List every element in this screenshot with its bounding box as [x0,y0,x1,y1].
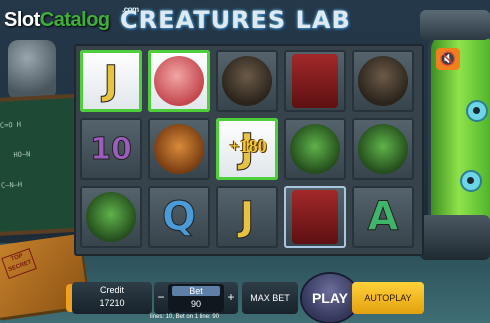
reel-cell: 10 [80,118,142,180]
credit-label: Credit [99,285,124,295]
game-title: CREATURES LAB [120,6,351,34]
bet-label: Bet [172,286,220,296]
letter-Q-symbol: Q [161,194,196,241]
safe-symbol [292,54,338,108]
logo-text-main: Slot [4,9,40,31]
reel-cell [80,186,142,248]
bet-display: Bet 90 [168,284,224,312]
play-button[interactable]: PLAY [302,274,358,322]
letter-10-symbol: 10 [90,131,133,167]
frog-symbol [358,124,408,174]
alien-creature [460,170,482,192]
reel-cell [216,50,278,112]
tank-base [420,215,490,260]
letter-J-symbol: J [103,58,119,105]
reel-cell: A [352,186,414,248]
reel-cell [284,50,346,112]
bet-plus-button[interactable]: + [225,290,237,304]
lab-lamp [8,40,56,100]
reel-cell: Q [148,186,210,248]
reel-cell [352,118,414,180]
safe-symbol [292,190,338,244]
owl-symbol [222,56,272,106]
reel-cell: J +180 [216,118,278,180]
reel-cell [352,50,414,112]
bet-info-line: lines: 10, Bet on 1 line: 90 [150,314,220,320]
autoplay-button[interactable]: AUTOPLAY [352,282,424,314]
reel-cell [148,118,210,180]
reel-cell [284,118,346,180]
reel-cell [284,186,346,248]
owl-symbol [358,56,408,106]
frog-symbol [290,124,340,174]
reel-cell [148,50,210,112]
logo-text-accent: Catalog [39,9,110,31]
win-amount: +180 [229,136,267,156]
frog-symbol [86,192,136,242]
reel-cell: J [80,50,142,112]
tank-cap [420,10,490,40]
site-logo: SlotCatalog .com [4,5,139,32]
max-bet-button[interactable]: MAX BET [242,282,298,314]
bet-minus-button[interactable]: − [155,290,167,304]
bet-value: 90 [190,299,201,309]
top-secret-stamp: TOP SECRET [1,248,37,279]
credit-value: 17210 [99,298,125,308]
bet-control: − Bet 90 + [154,282,238,314]
control-bar: Credit 17210 − Bet 90 + MAX BET PLAY AUT… [66,274,426,322]
letter-J-symbol: J [239,194,255,241]
speaker-mute-icon[interactable]: 🔇 [436,48,460,70]
reel-grid: J 10 J +180 Q J A [74,44,424,256]
reel-cell: J [216,186,278,248]
brain-symbol [154,56,204,106]
alien-creature [466,100,488,122]
letter-A-symbol: A [367,194,399,241]
fox-symbol [154,124,204,174]
credit-display: Credit 17210 [72,282,152,314]
